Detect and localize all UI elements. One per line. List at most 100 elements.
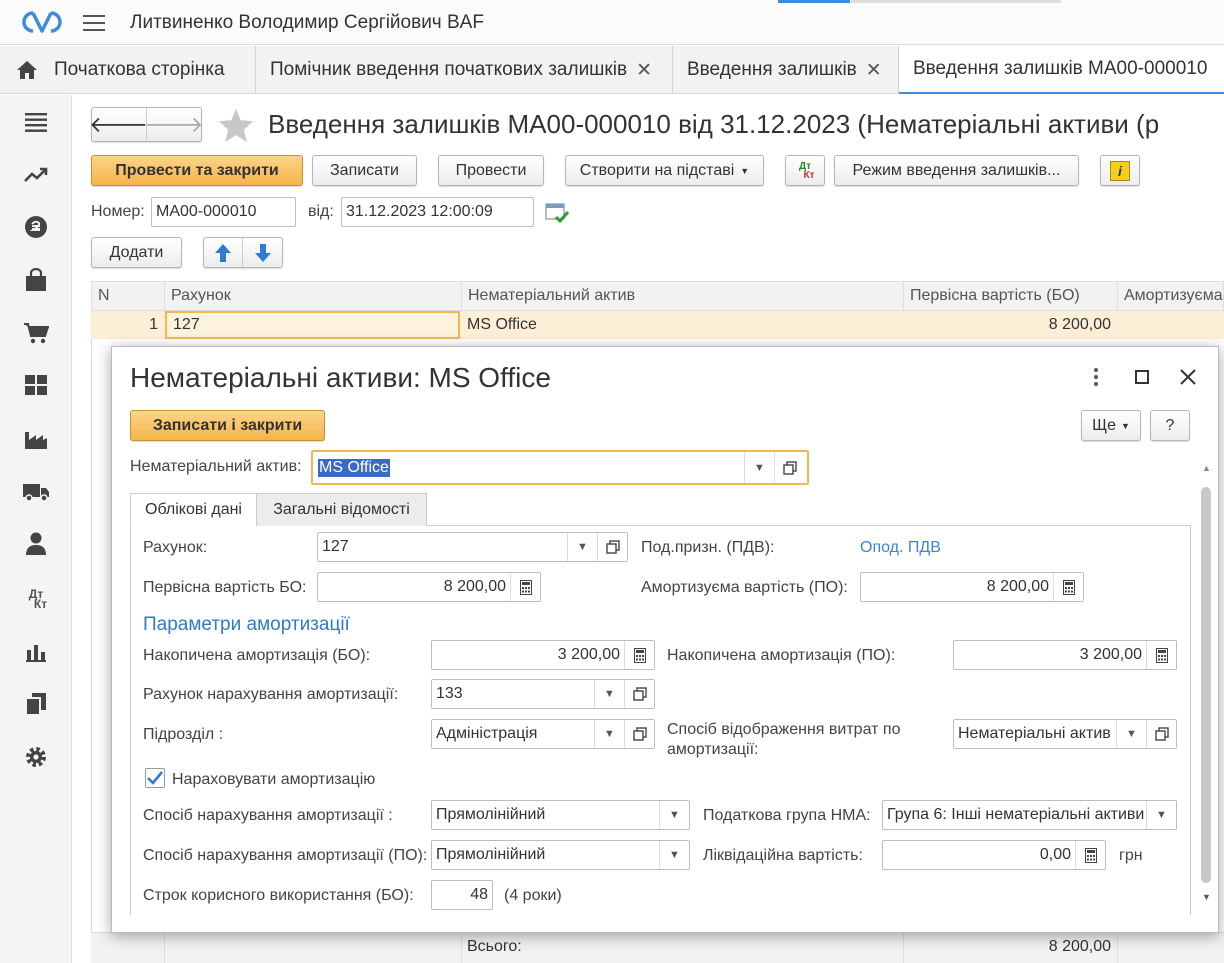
scroll-down-icon[interactable]: ▼ [1202,892,1211,902]
tab-accounting-data[interactable]: Облікові дані [130,493,257,526]
app-logo-icon[interactable] [20,9,64,35]
tab-document[interactable]: Введення залишків МА00-000010 [899,46,1224,94]
more-options-icon[interactable] [1085,365,1107,389]
user-name[interactable]: Литвиненко Володимир Сергійович BAF [130,12,484,34]
liquid-input[interactable]: 0,00 [882,840,1106,870]
menu-icon[interactable] [83,12,105,32]
truck-icon[interactable] [22,478,50,506]
calendar-check-icon[interactable] [545,202,569,224]
calculator-icon[interactable] [1146,641,1176,669]
tab-assistant[interactable]: Помічник введення початкових залишків ✕ [256,46,673,94]
amort-cost-input[interactable]: 8 200,00 [860,572,1084,602]
dtkt-report-button[interactable]: Дт Кт [785,155,825,186]
currency-icon[interactable] [22,213,50,241]
dropdown-arrow-icon[interactable]: ▼ [567,533,597,561]
tab-home[interactable]: Початкова сторінка [0,46,256,94]
date-field[interactable]: 31.12.2023 12:00:09 [341,197,534,227]
close-icon[interactable]: ✕ [636,59,652,82]
dropdown-arrow-icon[interactable]: ▼ [659,841,689,869]
method-po-label: Спосіб нарахування амортизації (ПО): [143,847,428,864]
dtkt-icon[interactable]: Дт Кт [22,585,50,613]
info-button[interactable]: i [1100,155,1140,186]
life-input[interactable]: 48 [431,880,493,910]
dropdown-arrow-icon[interactable]: ▼ [594,680,624,708]
dropdown-arrow-icon[interactable]: ▼ [1116,720,1146,748]
maximize-icon[interactable] [1130,365,1154,389]
acc-amort-po-input[interactable]: 3 200,00 [953,640,1177,670]
vat-link[interactable]: Опод. ПДВ [860,539,941,557]
amort-account-value: 133 [436,685,463,702]
back-arrow-icon[interactable]: 🡐 [89,108,148,141]
acc-amort-bo-input[interactable]: 3 200,00 [431,640,655,670]
calculator-icon[interactable] [624,641,654,669]
column-amort[interactable]: Амортизуєма [1118,282,1224,310]
cell-account[interactable]: 127 [165,311,460,339]
close-icon[interactable]: ✕ [866,59,882,82]
favorite-star-icon[interactable] [217,107,255,143]
method-po-input[interactable]: Прямолінійний ▼ [431,840,690,870]
post-and-close-button[interactable]: Провести та закрити [91,155,303,186]
settings-gear-icon[interactable] [22,743,50,771]
documents-icon[interactable] [22,690,50,718]
calculator-icon[interactable] [1053,573,1083,601]
more-button[interactable]: Ще ▼ [1081,410,1141,441]
scrollbar-thumb[interactable] [1201,487,1211,883]
cart-icon[interactable] [22,319,50,347]
method-input[interactable]: Прямолінійний ▼ [431,800,690,830]
asset-input[interactable]: MS Office ▼ [311,450,809,485]
date-label: від: [308,203,334,220]
tab-label: Введення залишків МА00-000010 [913,58,1208,79]
number-field[interactable]: МА00-000010 [151,197,296,227]
move-down-icon[interactable] [243,238,282,267]
info-icon: i [1110,160,1130,181]
open-icon[interactable] [624,720,654,748]
column-n[interactable]: N [92,282,165,310]
factory-icon[interactable] [22,425,50,453]
add-button[interactable]: Додати [91,237,182,268]
trend-icon[interactable] [22,161,50,189]
shopping-bag-icon[interactable] [22,266,50,294]
open-icon[interactable] [624,680,654,708]
dropdown-arrow-icon[interactable]: ▼ [744,452,774,483]
dropdown-arrow-icon[interactable]: ▼ [659,801,689,829]
division-input[interactable]: Адміністрація ▼ [431,719,655,749]
warehouse-icon[interactable] [22,371,50,399]
column-account[interactable]: Рахунок [165,282,462,310]
calculator-icon[interactable] [1075,841,1105,869]
main-menu-icon[interactable] [22,108,50,136]
tab-balance-entry[interactable]: Введення залишків ✕ [673,46,899,94]
open-icon[interactable] [597,533,627,561]
cost-bo-input[interactable]: 8 200,00 [317,572,541,602]
amort-account-input[interactable]: 133 ▼ [431,679,655,709]
calculator-icon[interactable] [510,573,540,601]
kt-label: Кт [803,169,815,181]
account-input[interactable]: 127 ▼ [317,532,628,562]
reports-icon[interactable] [22,638,50,666]
charge-amort-checkbox[interactable] [145,768,165,788]
column-asset[interactable]: Нематеріальний актив [462,282,904,310]
forward-arrow-icon[interactable]: 🡒 [145,108,204,141]
expense-input[interactable]: Нематеріальні актив ▼ [953,719,1177,749]
total-row: Всього: 8 200,00 [91,932,1224,963]
help-button[interactable]: ? [1150,410,1190,441]
entry-mode-button[interactable]: Режим введення залишків... [834,155,1079,186]
scroll-up-icon[interactable]: ▲ [1202,463,1211,473]
open-icon[interactable] [774,452,804,483]
column-cost[interactable]: Первісна вартість (БО) [904,282,1118,310]
charge-amort-label[interactable]: Нараховувати амортизацію [172,771,375,789]
create-based-button[interactable]: Створити на підставі ▼ [565,155,764,186]
save-and-close-button[interactable]: Записати і закрити [130,410,325,441]
post-button[interactable]: Провести [438,155,544,186]
dropdown-arrow-icon[interactable]: ▼ [1146,801,1176,829]
person-icon[interactable] [22,530,50,558]
tax-group-input[interactable]: Група 6: Інші нематеріальні активи ▼ [882,800,1177,830]
save-button[interactable]: Записати [312,155,417,186]
open-icon[interactable] [1146,720,1176,748]
tab-general-info[interactable]: Загальні відомості [256,493,427,526]
cell-asset[interactable]: MS Office [461,311,903,339]
close-icon[interactable] [1176,365,1200,389]
move-up-icon[interactable] [204,238,244,267]
cell-cost[interactable]: 8 200,00 [903,311,1117,339]
dropdown-arrow-icon[interactable]: ▼ [594,720,624,748]
table-row[interactable]: 1 127 MS Office 8 200,00 [91,311,1224,339]
